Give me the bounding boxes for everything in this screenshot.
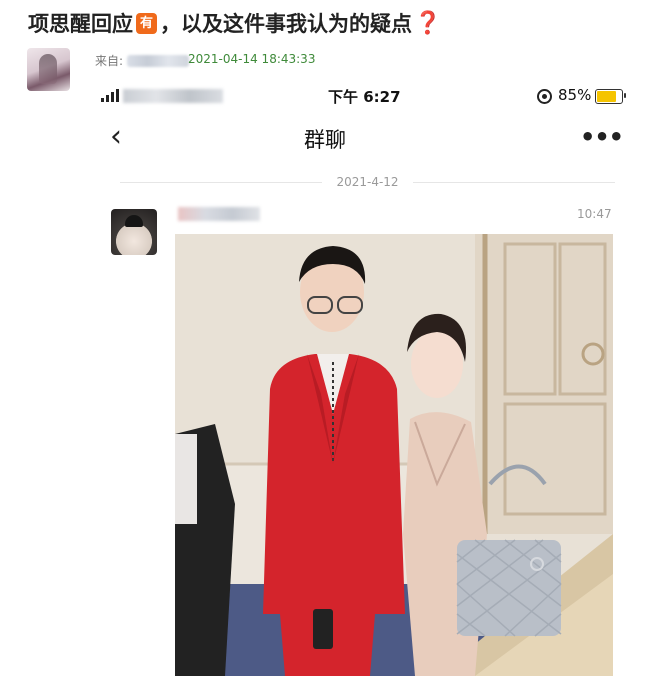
battery-percent: 85% <box>558 86 592 104</box>
battery-icon <box>595 89 626 104</box>
blurred-username[interactable] <box>127 54 190 67</box>
message-time: 10:47 <box>577 207 612 221</box>
more-dots-icon[interactable]: ••• <box>580 124 624 154</box>
from-label: 来自: <box>95 54 124 68</box>
avatar[interactable] <box>27 48 70 91</box>
date-divider: 2021-4-12 <box>120 170 616 194</box>
blurred-sender-name <box>178 207 260 221</box>
photo-illustration <box>175 234 613 676</box>
badge-icon: 有 <box>136 12 157 34</box>
question-mark-icon: ❓ <box>414 10 442 36</box>
date-divider-label: 2021-4-12 <box>336 175 399 189</box>
signal-icon <box>101 89 119 102</box>
post-title-suffix: ，以及这件事我认为的疑点 <box>160 12 412 36</box>
message-photo[interactable] <box>175 234 613 676</box>
post-title: 项思醒回应 有 ，以及这件事我认为的疑点 ❓ <box>28 6 441 40</box>
blurred-carrier <box>123 89 223 103</box>
post-timestamp: 2021-04-14 18:43:33 <box>188 52 316 66</box>
chat-title: 群聊 <box>304 128 346 152</box>
status-bar: 下午 6:27 85% <box>95 84 635 108</box>
post-title-text: 项思醒回应 <box>28 12 133 36</box>
sender-avatar[interactable] <box>111 209 157 255</box>
battery-fill <box>597 91 616 102</box>
post-meta: 来自: <box>95 52 190 69</box>
rotation-lock-icon <box>537 89 552 104</box>
status-time: 下午 6:27 <box>328 88 401 106</box>
